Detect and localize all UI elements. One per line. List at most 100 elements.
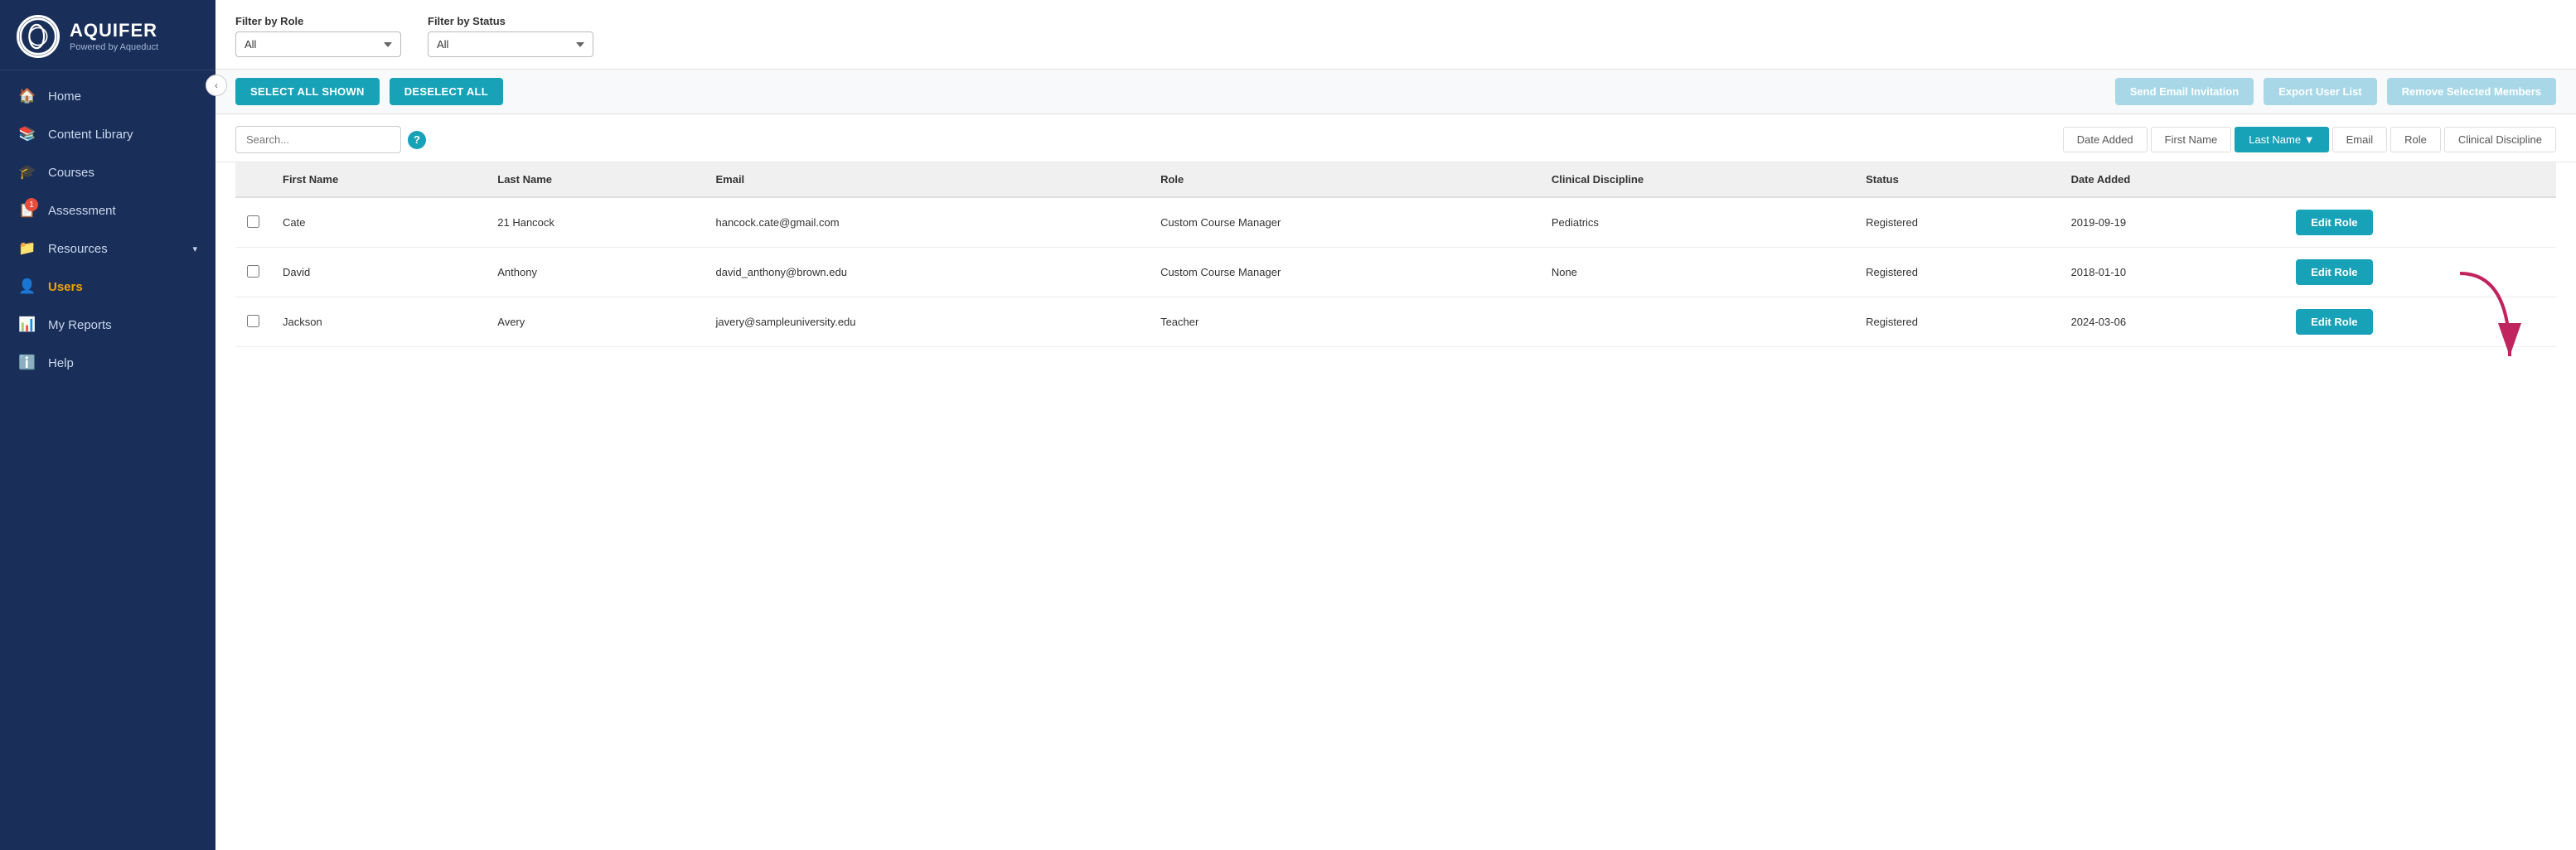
edit-role-button[interactable]: Edit Role: [2296, 309, 2372, 335]
status-filter-select[interactable]: All Registered Pending Inactive: [428, 31, 593, 57]
remove-selected-button[interactable]: Remove Selected Members: [2387, 78, 2556, 105]
cell-email: javery@sampleuniversity.edu: [704, 297, 1149, 347]
sidebar-item-help[interactable]: ℹ️ Help: [0, 344, 215, 382]
role-filter-group: Filter by Role All Teacher Custom Course…: [235, 15, 401, 57]
table-row: Cate 21 Hancock hancock.cate@gmail.com C…: [235, 197, 2556, 248]
status-filter-label: Filter by Status: [428, 15, 593, 27]
resources-icon: 📁: [18, 240, 36, 257]
sidebar-logo: AQUIFER Powered by Aqueduct: [0, 0, 215, 70]
search-sort-bar: ? Date Added First Name Last Name ▼ Emai…: [215, 114, 2576, 162]
sidebar-item-home[interactable]: 🏠 Home: [0, 77, 215, 115]
chevron-down-icon: ▾: [192, 244, 197, 254]
cell-clinical-discipline: Pediatrics: [1540, 197, 1854, 248]
cell-email: david_anthony@brown.edu: [704, 248, 1149, 297]
col-date-added: Date Added: [2060, 162, 2285, 197]
users-icon: 👤: [18, 278, 36, 295]
export-user-list-button[interactable]: Export User List: [2264, 78, 2376, 105]
sidebar-nav: 🏠 Home 📚 Content Library 🎓 Courses 📋 Ass…: [0, 70, 215, 850]
logo-icon: [17, 15, 60, 58]
edit-role-button[interactable]: Edit Role: [2296, 259, 2372, 285]
col-action: [2284, 162, 2556, 197]
cell-last-name: 21 Hancock: [486, 197, 704, 248]
cell-date-added: 2019-09-19: [2060, 197, 2285, 248]
search-input[interactable]: [235, 126, 401, 153]
edit-role-button[interactable]: Edit Role: [2296, 210, 2372, 235]
sidebar-collapse-button[interactable]: ‹: [206, 75, 227, 96]
role-filter-label: Filter by Role: [235, 15, 401, 27]
logo-text: AQUIFER Powered by Aqueduct: [70, 21, 158, 52]
sidebar-item-content-library[interactable]: 📚 Content Library: [0, 115, 215, 153]
col-status: Status: [1854, 162, 2059, 197]
cell-role: Custom Course Manager: [1149, 197, 1540, 248]
col-first-name: First Name: [271, 162, 486, 197]
role-filter-select[interactable]: All Teacher Custom Course Manager Studen…: [235, 31, 401, 57]
col-clinical-discipline: Clinical Discipline: [1540, 162, 1854, 197]
sort-tab-clinical-discipline[interactable]: Clinical Discipline: [2444, 127, 2556, 152]
cell-status: Registered: [1854, 197, 2059, 248]
cell-last-name: Avery: [486, 297, 704, 347]
users-table-wrap: First Name Last Name Email Role Clinical…: [215, 162, 2576, 850]
sort-tab-date-added[interactable]: Date Added: [2063, 127, 2147, 152]
select-all-button[interactable]: SELECT ALL SHOWN: [235, 78, 380, 105]
col-role: Role: [1149, 162, 1540, 197]
row-checkbox[interactable]: [247, 215, 259, 228]
sort-tab-first-name[interactable]: First Name: [2151, 127, 2232, 152]
cell-action: Edit Role: [2284, 248, 2556, 297]
sidebar-item-home-label: Home: [48, 89, 81, 104]
cell-clinical-discipline: [1540, 297, 1854, 347]
row-checkbox[interactable]: [247, 315, 259, 327]
sidebar-item-courses-label: Courses: [48, 166, 94, 180]
my-reports-icon: 📊: [18, 316, 36, 333]
sidebar-item-courses[interactable]: 🎓 Courses: [0, 153, 215, 191]
row-checkbox-cell: [235, 197, 271, 248]
cell-email: hancock.cate@gmail.com: [704, 197, 1149, 248]
sort-tabs: Date Added First Name Last Name ▼ Email …: [2063, 127, 2556, 152]
logo-svg: [19, 15, 57, 58]
app-subtitle: Powered by Aqueduct: [70, 42, 158, 52]
cell-status: Registered: [1854, 248, 2059, 297]
cell-action: Edit Role: [2284, 297, 2556, 347]
sort-tab-role[interactable]: Role: [2390, 127, 2441, 152]
col-email: Email: [704, 162, 1149, 197]
sidebar-item-content-library-label: Content Library: [48, 128, 133, 142]
cell-first-name: Jackson: [271, 297, 486, 347]
cell-role: Custom Course Manager: [1149, 248, 1540, 297]
sidebar-item-assessment[interactable]: 📋 Assessment 1: [0, 191, 215, 229]
filters-bar: Filter by Role All Teacher Custom Course…: [215, 0, 2576, 70]
help-icon: ℹ️: [18, 355, 36, 371]
search-wrap: ?: [235, 126, 426, 153]
sidebar-item-resources-label: Resources: [48, 242, 108, 256]
row-checkbox-cell: [235, 297, 271, 347]
main-content: Filter by Role All Teacher Custom Course…: [215, 0, 2576, 850]
table-row: David Anthony david_anthony@brown.edu Cu…: [235, 248, 2556, 297]
send-email-button[interactable]: Send Email Invitation: [2115, 78, 2254, 105]
sidebar-item-my-reports-label: My Reports: [48, 318, 112, 332]
sort-tab-last-name[interactable]: Last Name ▼: [2235, 127, 2328, 152]
sidebar-item-help-label: Help: [48, 356, 74, 370]
courses-icon: 🎓: [18, 164, 36, 181]
row-checkbox-cell: [235, 248, 271, 297]
deselect-all-button[interactable]: DESELECT ALL: [390, 78, 503, 105]
home-icon: 🏠: [18, 88, 36, 104]
table-body: Cate 21 Hancock hancock.cate@gmail.com C…: [235, 197, 2556, 347]
cell-last-name: Anthony: [486, 248, 704, 297]
search-help-icon[interactable]: ?: [408, 131, 426, 149]
sidebar-item-my-reports[interactable]: 📊 My Reports: [0, 306, 215, 344]
cell-first-name: Cate: [271, 197, 486, 248]
table-row: Jackson Avery javery@sampleuniversity.ed…: [235, 297, 2556, 347]
cell-first-name: David: [271, 248, 486, 297]
actions-bar: SELECT ALL SHOWN DESELECT ALL Send Email…: [215, 70, 2576, 114]
cell-action: Edit Role: [2284, 197, 2556, 248]
col-checkbox: [235, 162, 271, 197]
users-table: First Name Last Name Email Role Clinical…: [235, 162, 2556, 347]
sidebar-item-users[interactable]: 👤 Users: [0, 268, 215, 306]
cell-status: Registered: [1854, 297, 2059, 347]
assessment-badge: 1: [25, 198, 38, 211]
table-header: First Name Last Name Email Role Clinical…: [235, 162, 2556, 197]
sidebar-item-resources[interactable]: 📁 Resources ▾: [0, 229, 215, 268]
status-filter-group: Filter by Status All Registered Pending …: [428, 15, 593, 57]
row-checkbox[interactable]: [247, 265, 259, 278]
col-last-name: Last Name: [486, 162, 704, 197]
content-library-icon: 📚: [18, 126, 36, 142]
sort-tab-email[interactable]: Email: [2332, 127, 2388, 152]
